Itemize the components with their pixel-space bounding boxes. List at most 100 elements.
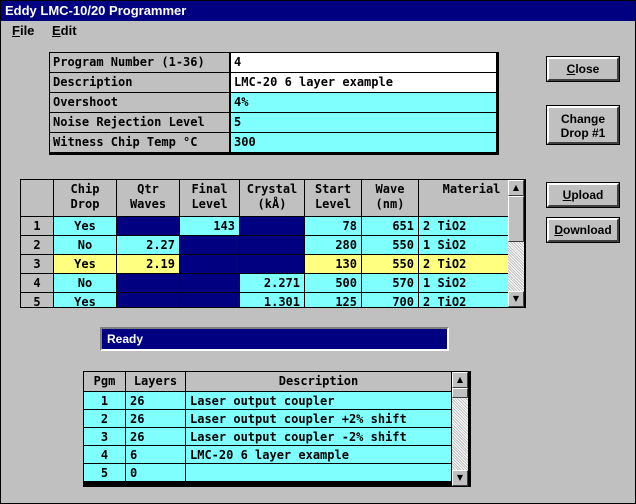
row-header[interactable]: 5 <box>21 293 53 307</box>
program-row-pgm[interactable]: 1 <box>84 392 125 409</box>
menu-file-accel: F <box>12 23 20 38</box>
column-header-layers: Layers <box>126 372 185 391</box>
program-row-layers[interactable]: 0 <box>126 464 185 481</box>
form-row-description: Description LMC-20 6 layer example <box>50 73 496 92</box>
witness-temp-label: Witness Chip Temp °C <box>50 133 230 152</box>
cell-wave[interactable]: 550 <box>362 236 418 254</box>
cell-start-level[interactable]: 130 <box>305 255 361 273</box>
arrow-down-icon[interactable]: ▼ <box>452 470 468 486</box>
program-row-description[interactable]: Laser output coupler +2% shift <box>186 410 451 427</box>
program-list-scroll-thumb[interactable] <box>452 388 468 398</box>
layer-grid-scroll-thumb[interactable] <box>508 196 524 242</box>
column-header-wave: Wave (nm) <box>362 180 418 216</box>
column-header-crystal: Crystal (kÅ) <box>240 180 304 216</box>
program-list-scrollbar[interactable]: ▲ ▼ <box>452 372 468 486</box>
witness-temp-field[interactable]: 300 <box>231 133 496 152</box>
cell-chip-drop[interactable]: Yes <box>54 217 116 235</box>
change-drop-line2: Drop #1 <box>560 126 606 140</box>
row-header[interactable]: 3 <box>21 255 53 273</box>
arrow-up-icon[interactable]: ▲ <box>452 372 468 388</box>
cell-start-level[interactable]: 280 <box>305 236 361 254</box>
title-bar: Eddy LMC-10/20 Programmer <box>1 1 635 21</box>
cell-start-level[interactable]: 500 <box>305 274 361 292</box>
column-header-start-level: Start Level <box>305 180 361 216</box>
program-row-description[interactable]: Laser output coupler -2% shift <box>186 428 451 445</box>
program-list: Pgm Layers Description 1 26 Laser output coup… <box>83 371 471 487</box>
cell-crystal[interactable] <box>240 236 304 254</box>
menu-file[interactable]: File <box>12 23 34 38</box>
program-number-field[interactable]: 4 <box>231 53 496 72</box>
cell-wave[interactable]: 570 <box>362 274 418 292</box>
cell-chip-drop[interactable]: No <box>54 274 116 292</box>
program-row-description[interactable]: LMC-20 6 layer example <box>186 446 451 463</box>
cell-start-level[interactable]: 125 <box>305 293 361 307</box>
arrow-up-icon[interactable]: ▲ <box>508 180 524 196</box>
program-row-layers[interactable]: 26 <box>126 392 185 409</box>
cell-final-level[interactable] <box>180 274 239 292</box>
description-label: Description <box>50 73 230 92</box>
status-bar: Ready <box>100 327 449 351</box>
cell-crystal[interactable]: 2.271 <box>240 274 304 292</box>
cell-final-level[interactable] <box>180 255 239 273</box>
program-row-layers[interactable]: 6 <box>126 446 185 463</box>
cell-qtr-waves[interactable] <box>117 293 179 307</box>
cell-chip-drop[interactable]: Yes <box>54 255 116 273</box>
close-button[interactable]: Close <box>547 57 619 81</box>
cell-chip-drop[interactable]: No <box>54 236 116 254</box>
main-window: Eddy LMC-10/20 Programmer File Edit Prog… <box>0 0 636 504</box>
cell-wave[interactable]: 550 <box>362 255 418 273</box>
download-button[interactable]: Download <box>547 218 619 242</box>
program-number-label: Program Number (1-36) <box>50 53 230 72</box>
program-row-description[interactable] <box>186 464 451 481</box>
layer-grid: Chip Drop Qtr Waves Final Level Crystal (kÅ) Sta… <box>20 179 526 308</box>
program-row-pgm[interactable]: 4 <box>84 446 125 463</box>
upload-button[interactable]: Upload <box>547 183 619 207</box>
row-header[interactable]: 1 <box>21 217 53 235</box>
program-row-pgm[interactable]: 3 <box>84 428 125 445</box>
download-button-accel: D <box>554 223 563 237</box>
column-header-final-level: Final Level <box>180 180 239 216</box>
cell-qtr-waves[interactable] <box>117 217 179 235</box>
cell-wave[interactable]: 651 <box>362 217 418 235</box>
cell-crystal[interactable] <box>240 255 304 273</box>
program-row-pgm[interactable]: 2 <box>84 410 125 427</box>
cell-wave[interactable]: 700 <box>362 293 418 307</box>
close-button-label: lose <box>575 62 600 76</box>
overshoot-label: Overshoot <box>50 93 230 112</box>
program-row-layers[interactable]: 26 <box>126 428 185 445</box>
program-list-scroll-track[interactable] <box>452 388 468 470</box>
cell-chip-drop[interactable]: Yes <box>54 293 116 307</box>
arrow-down-icon[interactable]: ▼ <box>508 291 524 307</box>
menu-bar: File Edit <box>1 21 635 41</box>
column-header-pgm: Pgm <box>84 372 125 391</box>
program-row-pgm[interactable]: 5 <box>84 464 125 481</box>
cell-qtr-waves[interactable] <box>117 274 179 292</box>
overshoot-field[interactable]: 4% <box>231 93 496 112</box>
cell-final-level[interactable] <box>180 236 239 254</box>
description-field[interactable]: LMC-20 6 layer example <box>231 73 496 92</box>
layer-grid-scrollbar[interactable]: ▲ ▼ <box>508 180 524 307</box>
window-title: Eddy LMC-10/20 Programmer <box>5 3 187 18</box>
cell-final-level[interactable] <box>180 293 239 307</box>
menu-edit-accel: E <box>52 23 61 38</box>
cell-start-level[interactable]: 78 <box>305 217 361 235</box>
upload-button-label: pload <box>571 188 604 202</box>
noise-rejection-field[interactable]: 5 <box>231 113 496 132</box>
cell-crystal[interactable] <box>240 217 304 235</box>
noise-rejection-label: Noise Rejection Level <box>50 113 230 132</box>
cell-qtr-waves[interactable]: 2.27 <box>117 236 179 254</box>
download-button-label: ownload <box>563 223 612 237</box>
program-form: Program Number (1-36) 4 Description LMC-… <box>49 52 499 155</box>
menu-edit-label: dit <box>60 23 77 38</box>
program-row-description[interactable]: Laser output coupler <box>186 392 451 409</box>
cell-crystal[interactable]: 1.301 <box>240 293 304 307</box>
grid-corner-header <box>21 180 53 216</box>
cell-qtr-waves[interactable]: 2.19 <box>117 255 179 273</box>
row-header[interactable]: 2 <box>21 236 53 254</box>
program-row-layers[interactable]: 26 <box>126 410 185 427</box>
change-drop-button[interactable]: Change Drop #1 <box>547 106 619 144</box>
form-row-overshoot: Overshoot 4% <box>50 93 496 112</box>
row-header[interactable]: 4 <box>21 274 53 292</box>
menu-edit[interactable]: Edit <box>52 23 77 38</box>
cell-final-level[interactable]: 143 <box>180 217 239 235</box>
